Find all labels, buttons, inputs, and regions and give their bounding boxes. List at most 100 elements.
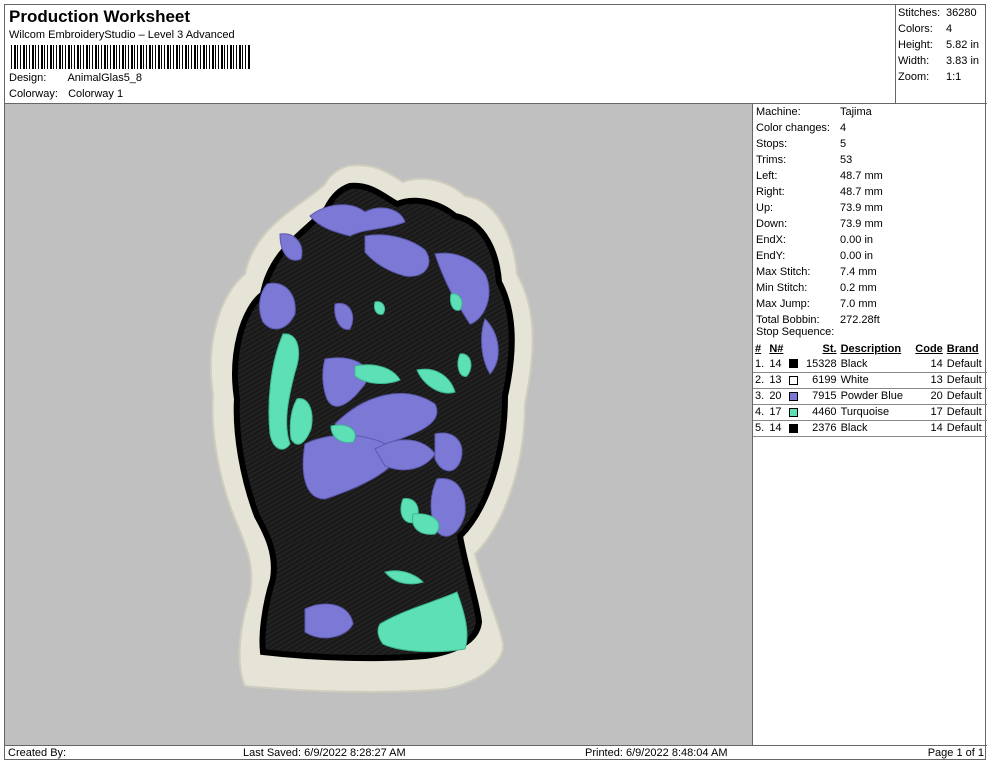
col-num: # bbox=[755, 342, 762, 355]
info-row: EndY: 0.00 in bbox=[756, 250, 873, 262]
summary-value: 4 bbox=[946, 23, 953, 35]
last-saved: Last Saved: 6/9/2022 8:28:27 AM bbox=[243, 747, 406, 759]
table-header-row: # N# St. Description Code Brand bbox=[753, 341, 987, 356]
info-row: Max Stitch: 7.4 mm bbox=[756, 266, 877, 278]
info-value: 48.7 mm bbox=[840, 170, 883, 182]
machine-info-panel: Machine: Tajima Color changes: 4 Stops: 5 T… bbox=[753, 104, 987, 745]
design-row: Design: AnimalGlas5_8 bbox=[9, 72, 142, 84]
color-swatch bbox=[786, 372, 802, 389]
color-code: 13 bbox=[910, 372, 945, 389]
info-row: Stops: 5 bbox=[756, 138, 846, 150]
table-row: 1. 14 15328 Black 14 Default bbox=[753, 356, 987, 373]
stop-sequence-table: # N# St. Description Code Brand 1. 14 1532… bbox=[753, 341, 987, 437]
color-description: Powder Blue bbox=[838, 388, 911, 405]
needle-number: 17 bbox=[767, 404, 787, 421]
page-number: Page 1 of 1 bbox=[927, 747, 984, 759]
stitch-count: 6199 bbox=[801, 372, 839, 389]
info-row: Right: 48.7 mm bbox=[756, 186, 883, 198]
info-label: Min Stitch: bbox=[756, 282, 808, 294]
info-label: Trims: bbox=[756, 154, 787, 166]
printed-date: Printed: 6/9/2022 8:48:04 AM bbox=[585, 747, 728, 759]
table-row: 5. 14 2376 Black 14 Default bbox=[753, 420, 987, 437]
stitch-count: 15328 bbox=[801, 356, 839, 373]
swatch-icon bbox=[788, 375, 798, 385]
info-label: EndY: bbox=[756, 250, 786, 262]
info-row: EndX: 0.00 in bbox=[756, 234, 873, 246]
needle-number: 14 bbox=[767, 356, 787, 373]
worksheet-header: Production Worksheet Wilcom EmbroiderySt… bbox=[5, 5, 896, 104]
color-code: 14 bbox=[910, 356, 945, 373]
color-swatch bbox=[786, 420, 802, 437]
info-row: Down: 73.9 mm bbox=[756, 218, 883, 230]
info-row: Min Stitch: 0.2 mm bbox=[756, 282, 877, 294]
summary-value: 3.83 in bbox=[946, 55, 980, 67]
info-value: Tajima bbox=[840, 106, 872, 118]
design-value: AnimalGlas5_8 bbox=[67, 72, 143, 84]
colorway-label: Colorway: bbox=[9, 88, 58, 100]
col-description: Description bbox=[840, 342, 902, 355]
embroidery-design bbox=[209, 164, 534, 693]
color-code: 17 bbox=[910, 404, 945, 421]
col-swatch bbox=[787, 341, 801, 356]
info-row: Total Bobbin: 272.28ft bbox=[756, 314, 880, 326]
stitch-count: 4460 bbox=[801, 404, 839, 421]
thread-brand: Default bbox=[944, 372, 987, 389]
summary-value: 36280 bbox=[946, 7, 977, 19]
summary-value: 1:1 bbox=[946, 71, 962, 83]
color-description: Black bbox=[838, 356, 911, 373]
thread-brand: Default bbox=[944, 356, 987, 373]
info-value: 7.0 mm bbox=[840, 298, 877, 310]
color-swatch bbox=[786, 388, 802, 405]
summary-row: Colors: 4 bbox=[898, 23, 952, 35]
col-brand: Brand bbox=[946, 342, 979, 355]
info-label: Stops: bbox=[756, 138, 788, 150]
thread-brand: Default bbox=[944, 420, 987, 437]
info-value: 73.9 mm bbox=[840, 202, 883, 214]
summary-row: Height: 5.82 in bbox=[898, 39, 979, 51]
info-value: 0.2 mm bbox=[840, 282, 877, 294]
color-code: 20 bbox=[910, 388, 945, 405]
color-description: White bbox=[838, 372, 911, 389]
info-label: Up: bbox=[756, 202, 774, 214]
worksheet: Production Worksheet Wilcom EmbroiderySt… bbox=[4, 4, 987, 760]
summary-row: Width: 3.83 in bbox=[898, 55, 979, 67]
stitch-count: 2376 bbox=[801, 420, 839, 437]
info-row: Trims: 53 bbox=[756, 154, 852, 166]
needle-number: 14 bbox=[767, 420, 787, 437]
info-label: Machine: bbox=[756, 106, 801, 118]
summary-row: Stitches: 36280 bbox=[898, 7, 977, 19]
summary-label: Colors: bbox=[898, 23, 933, 35]
info-value: 73.9 mm bbox=[840, 218, 883, 230]
summary-label: Zoom: bbox=[898, 71, 930, 83]
swatch-icon bbox=[788, 423, 798, 433]
info-label: Color changes: bbox=[756, 122, 830, 134]
info-label: Left: bbox=[756, 170, 778, 182]
info-value: 7.4 mm bbox=[840, 266, 877, 278]
color-code: 14 bbox=[910, 420, 945, 437]
summary-box: Stitches: 36280 Colors: 4 Height: 5.82 in W… bbox=[896, 5, 987, 104]
software-name: Wilcom EmbroideryStudio – Level 3 Advanc… bbox=[9, 29, 235, 41]
design-label: Design: bbox=[9, 72, 47, 84]
color-swatch bbox=[786, 404, 802, 421]
info-label: Down: bbox=[756, 218, 788, 230]
table-row: 2. 13 6199 White 13 Default bbox=[753, 372, 987, 389]
swatch-icon bbox=[788, 359, 798, 369]
stop-sequence-title: Stop Sequence: bbox=[756, 326, 835, 338]
info-label: Right: bbox=[756, 186, 785, 198]
stop-number: 1. bbox=[753, 356, 768, 373]
info-value: 5 bbox=[840, 138, 847, 150]
info-row: Up: 73.9 mm bbox=[756, 202, 883, 214]
info-label: Max Jump: bbox=[756, 298, 810, 310]
stop-number: 5. bbox=[753, 420, 768, 437]
color-description: Black bbox=[838, 420, 911, 437]
thread-brand: Default bbox=[944, 404, 987, 421]
summary-value: 5.82 in bbox=[946, 39, 980, 51]
info-label: Max Stitch: bbox=[756, 266, 811, 278]
stop-number: 2. bbox=[753, 372, 768, 389]
design-preview bbox=[5, 104, 753, 745]
stop-number: 3. bbox=[753, 388, 768, 405]
info-row: Color changes: 4 bbox=[756, 122, 846, 134]
table-row: 3. 20 7915 Powder Blue 20 Default bbox=[753, 388, 987, 405]
info-label: EndX: bbox=[756, 234, 786, 246]
summary-row: Zoom: 1:1 bbox=[898, 71, 961, 83]
